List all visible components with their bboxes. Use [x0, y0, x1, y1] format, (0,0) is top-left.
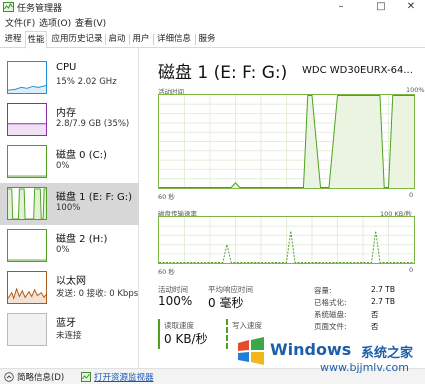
tab-app-history[interactable]: 应用历史记录	[49, 31, 105, 48]
watermark-cn: 系统之家	[361, 346, 414, 361]
prop-capacity-label: 容量:	[314, 286, 332, 295]
sidebar-value: 未连接	[56, 331, 82, 341]
chart1-time: 60 秒	[158, 193, 175, 201]
sidebar-name: CPU	[56, 62, 77, 73]
sidebar-item-ethernet[interactable]: 以太网 发送: 0 接收: 0 Kbps	[0, 267, 139, 309]
active-time-chart	[158, 94, 415, 189]
sidebar-name: 内存	[56, 108, 76, 119]
tab-startup[interactable]: 启动	[106, 31, 128, 48]
prop-system-disk-label: 系统磁盘:	[314, 310, 347, 319]
open-resource-monitor-link[interactable]: 打开资源监视器	[94, 371, 154, 383]
sidebar-item-bluetooth[interactable]: 蓝牙 未连接	[0, 309, 139, 351]
disk-detail-panel: 磁盘 1 (E: F: G:) WDC WD30EURX-64... 活动时间 …	[150, 48, 425, 370]
menu-file[interactable]: 文件(F)	[5, 16, 35, 29]
chart1-min: 0	[409, 191, 414, 199]
tab-bar: 进程 性能 应用历史记录 启动 用户 详细信息 服务	[0, 31, 425, 49]
prop-capacity-value: 2.7 TB	[371, 285, 396, 294]
window-title: 任务管理器	[17, 4, 63, 14]
disk-1-thumbnail	[7, 187, 47, 220]
minimize-button[interactable]: –	[326, 0, 356, 14]
menu-bar: 文件(F) 选项(O) 查看(V)	[0, 14, 425, 31]
cpu-thumbnail	[7, 61, 47, 94]
memory-thumbnail	[7, 103, 47, 136]
prop-formatted-value: 2.7 TB	[371, 297, 396, 306]
chevron-up-icon[interactable]	[4, 372, 14, 382]
sidebar-value: 100%	[56, 203, 81, 213]
read-speed-value: 0 KB/秒	[164, 332, 208, 346]
prop-formatted-label: 已格式化:	[314, 298, 347, 307]
response-time-value: 0 毫秒	[208, 296, 244, 310]
disk-model: WDC WD30EURX-64...	[302, 65, 413, 76]
sidebar-item-cpu[interactable]: CPU 15% 2.02 GHz	[0, 57, 139, 99]
chart2-time: 60 秒	[158, 268, 175, 276]
task-manager-icon	[3, 2, 14, 12]
watermark: Windows 系统之家 www.bjjmlv.com	[228, 331, 425, 381]
tab-details[interactable]: 详细信息	[154, 31, 194, 48]
title-bar: 任务管理器 – □ ✕	[0, 0, 425, 14]
sidebar-name: 磁盘 0 (C:)	[56, 150, 107, 161]
prop-system-disk-value: 否	[371, 310, 379, 319]
tab-users[interactable]: 用户	[130, 31, 152, 48]
read-speed-bar	[158, 319, 160, 349]
sidebar-value: 0%	[56, 245, 70, 255]
watermark-url: www.bjjmlv.com	[320, 361, 409, 374]
chart2-min: 0	[409, 266, 414, 274]
sidebar-item-disk-2[interactable]: 磁盘 2 (H:) 0%	[0, 225, 139, 267]
bluetooth-thumbnail	[7, 313, 47, 346]
sidebar-value: 15% 2.02 GHz	[56, 77, 117, 87]
disk-2-thumbnail	[7, 229, 47, 262]
windows-logo-icon	[238, 337, 264, 365]
sidebar-item-memory[interactable]: 内存 2.8/7.9 GB (35%)	[0, 99, 139, 141]
maximize-button[interactable]: □	[366, 0, 396, 14]
sidebar-value: 2.8/7.9 GB (35%)	[56, 119, 130, 129]
tab-processes[interactable]: 进程	[2, 31, 24, 48]
sidebar-name: 蓝牙	[56, 318, 76, 329]
menu-view[interactable]: 查看(V)	[75, 16, 106, 29]
close-button[interactable]: ✕	[396, 0, 425, 14]
sidebar-name: 磁盘 1 (E: F: G:)	[56, 192, 133, 203]
sidebar-name: 以太网	[56, 276, 86, 287]
transfer-rate-chart	[158, 216, 415, 264]
sidebar-item-disk-0[interactable]: 磁盘 0 (C:) 0%	[0, 141, 139, 183]
write-speed-label: 写入速度	[232, 321, 262, 330]
fewer-details-button[interactable]: 简略信息(D)	[17, 371, 64, 383]
ethernet-thumbnail	[7, 271, 47, 304]
chart1-max: 100%	[406, 86, 425, 94]
active-time-chart-svg	[159, 95, 414, 188]
sidebar-value: 发送: 0 接收: 0 Kbps	[56, 289, 139, 299]
sidebar-name: 磁盘 2 (H:)	[56, 234, 108, 245]
menu-options[interactable]: 选项(O)	[39, 16, 71, 29]
tab-services[interactable]: 服务	[196, 31, 218, 48]
resource-monitor-icon	[81, 372, 91, 382]
watermark-brand: Windows	[270, 340, 352, 359]
resource-sidebar: CPU 15% 2.02 GHz 内存 2.8/7.9 GB (35%) 磁盘 …	[0, 48, 139, 370]
tab-performance[interactable]: 性能	[25, 31, 47, 49]
transfer-rate-chart-svg	[159, 217, 414, 263]
page-title: 磁盘 1 (E: F: G:)	[158, 63, 288, 83]
active-time-value: 100%	[158, 294, 193, 308]
disk-0-thumbnail	[7, 145, 47, 178]
sidebar-value: 0%	[56, 161, 70, 171]
sidebar-item-disk-1[interactable]: 磁盘 1 (E: F: G:) 100%	[0, 183, 139, 225]
